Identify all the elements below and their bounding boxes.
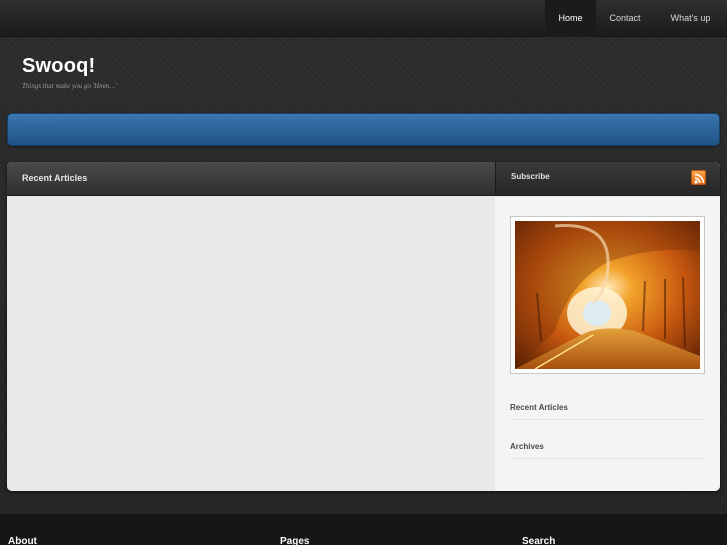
footer-pages-heading: Pages xyxy=(280,536,310,545)
footer-search-heading: Search xyxy=(522,536,556,545)
navigation-label: Navigation xyxy=(23,125,57,132)
top-bar: Home Contact What's up xyxy=(0,0,727,37)
subscribe-label: Subscribe xyxy=(511,172,550,181)
nav-item-whats-up[interactable]: What's up xyxy=(654,0,727,37)
widget-archives: Archives xyxy=(510,442,703,459)
subscribe-header: Subscribe xyxy=(495,162,720,196)
main-header: Recent Articles xyxy=(7,162,495,196)
sidebar: Recent Articles Archives xyxy=(495,197,720,491)
widget-recent-articles: Recent Articles xyxy=(510,403,703,420)
rss-icon[interactable] xyxy=(691,170,706,185)
nav-item-home[interactable]: Home xyxy=(545,0,596,37)
site-title[interactable]: Swooq! xyxy=(22,55,95,78)
page: Home Contact What's up Swooq! Things tha… xyxy=(0,0,727,545)
site-tagline: Things that make you go 'Hmm…' xyxy=(22,82,117,90)
footer-about-heading: About xyxy=(8,536,37,545)
footer: About Pages Search xyxy=(0,514,727,545)
articles-area xyxy=(7,197,495,491)
nav-item-contact[interactable]: Contact xyxy=(596,0,654,37)
tunnel-image xyxy=(510,216,705,374)
navigation-bar: Navigation xyxy=(7,113,720,146)
recent-articles-heading: Recent Articles xyxy=(22,173,88,183)
content-box: Recent Articles Subscribe Recent Article… xyxy=(7,162,720,491)
top-navigation: Home Contact What's up xyxy=(545,0,727,37)
